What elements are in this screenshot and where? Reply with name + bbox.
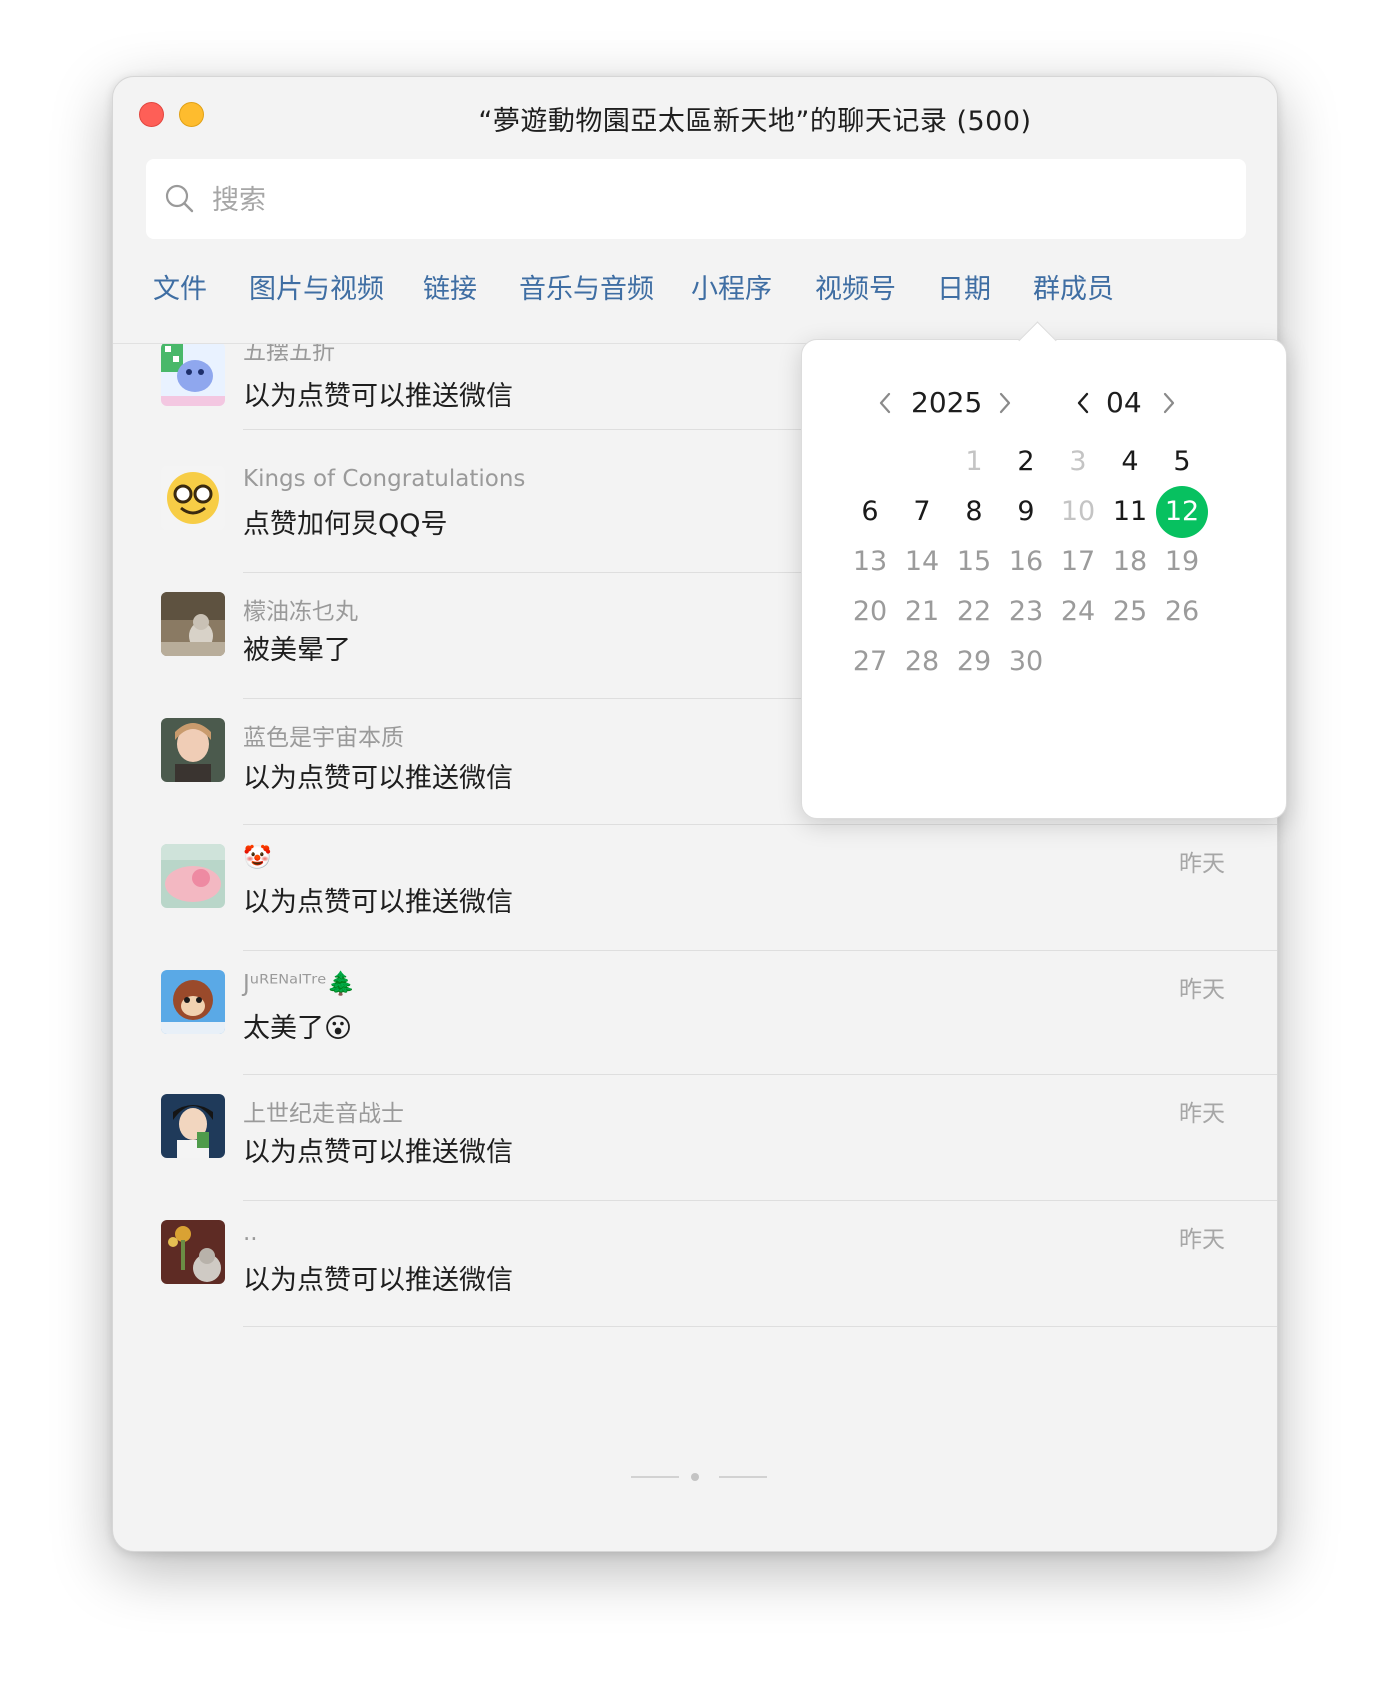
avatar: [161, 970, 225, 1034]
popover-arrow: [1018, 321, 1057, 360]
sender-name: 檬油冻乜丸: [243, 599, 358, 625]
close-window-button[interactable]: [139, 102, 164, 127]
calendar-day: 16: [1008, 546, 1044, 577]
sender-name: ..: [243, 1220, 258, 1246]
calendar-day: 28: [904, 646, 940, 677]
calendar-day: 24: [1060, 596, 1096, 627]
tab-date[interactable]: 日期: [937, 267, 991, 306]
calendar-day: 21: [904, 596, 940, 627]
calendar-day: 29: [956, 646, 992, 677]
calendar-day: 13: [852, 546, 888, 577]
calendar-day[interactable]: 7: [896, 486, 948, 538]
calendar-day: 14: [904, 546, 940, 577]
calendar-day: 25: [1112, 596, 1148, 627]
page-indicator-line: [631, 1476, 679, 1478]
message-text: 以为点赞可以推送微信: [243, 887, 513, 918]
category-tabs: 文件 图片与视频 链接 音乐与音频 小程序 视频号 日期 群成员: [113, 267, 1277, 323]
tab-images-videos[interactable]: 图片与视频: [249, 267, 384, 306]
next-month-chevron-icon[interactable]: [1158, 388, 1180, 418]
calendar-day: 15: [956, 546, 992, 577]
sender-name: 蓝色是宇宙本质: [243, 725, 404, 751]
sender-name: 上世纪走音战士: [243, 1101, 404, 1127]
avatar: [161, 1220, 225, 1284]
message-text: 点赞加何炅QQ号: [243, 509, 448, 540]
calendar-day[interactable]: 4: [1104, 436, 1156, 488]
calendar-day: 30: [1008, 646, 1044, 677]
message-time: 昨天: [1179, 1227, 1225, 1253]
minimize-window-button[interactable]: [179, 102, 204, 127]
tab-links[interactable]: 链接: [423, 267, 477, 306]
calendar-day[interactable]: 2: [1000, 436, 1052, 488]
calendar-day: 23: [1008, 596, 1044, 627]
calendar-day: 20: [852, 596, 888, 627]
date-picker-popover: 2025 04 1 2 3 4 5 6 7 8 9 10 11 12 13 14 15 16 17 18 19 20 2…: [801, 321, 1287, 819]
calendar-day[interactable]: 8: [948, 486, 1000, 538]
calendar-day: 22: [956, 596, 992, 627]
chat-history-window: “夢遊動物園亞太區新天地”的聊天记录 (500) 文件 图片与视频 链接 音乐与…: [112, 76, 1287, 1552]
month-selector: 04: [1072, 384, 1192, 424]
message-text: 以为点赞可以推送微信: [243, 381, 513, 412]
calendar-day: 26: [1164, 596, 1200, 627]
list-item[interactable]: .. 以为点赞可以推送微信 昨天: [113, 1200, 1277, 1336]
avatar: [161, 844, 225, 908]
calendar-day-selected[interactable]: 12: [1156, 486, 1208, 538]
page-indicator-line: [719, 1476, 767, 1478]
search-input[interactable]: [210, 159, 1114, 241]
month-label: 04: [1106, 386, 1142, 419]
year-label: 2025: [911, 386, 983, 419]
calendar-day: 18: [1112, 546, 1148, 577]
page-indicator-dot[interactable]: [691, 1473, 699, 1481]
sender-name: Jᵘᴿᴱᴺᵃᴵᵀʳᵉ🌲: [243, 971, 356, 997]
tab-group-members[interactable]: 群成员: [1033, 267, 1114, 306]
sender-name: 🤡: [243, 845, 272, 871]
calendar-day: 17: [1060, 546, 1096, 577]
avatar: [161, 466, 225, 530]
message-text: 太美了😮: [243, 1013, 353, 1044]
calendar-day: 27: [852, 646, 888, 677]
list-item[interactable]: 上世纪走音战士 以为点赞可以推送微信 昨天: [113, 1074, 1277, 1210]
calendar-day[interactable]: 9: [1000, 486, 1052, 538]
page-indicator: [113, 1472, 1277, 1482]
prev-month-chevron-icon[interactable]: [1072, 388, 1094, 418]
tab-mini-programs[interactable]: 小程序: [691, 267, 772, 306]
sender-name: Kings of Congratulations: [243, 466, 526, 492]
calendar-day[interactable]: 6: [844, 486, 896, 538]
tab-channels[interactable]: 视频号: [815, 267, 896, 306]
calendar-day: 19: [1164, 546, 1200, 577]
list-item[interactable]: Jᵘᴿᴱᴺᵃᴵᵀʳᵉ🌲 太美了😮 昨天: [113, 950, 1277, 1086]
search-icon: [165, 184, 194, 213]
avatar: [161, 1094, 225, 1158]
tab-music-audio[interactable]: 音乐与音频: [519, 267, 654, 306]
message-text: 以为点赞可以推送微信: [243, 1137, 513, 1168]
calendar-day[interactable]: 11: [1104, 486, 1156, 538]
message-text: 以为点赞可以推送微信: [243, 1265, 513, 1296]
message-time: 昨天: [1179, 1101, 1225, 1127]
next-year-chevron-icon[interactable]: [994, 388, 1016, 418]
message-time: 昨天: [1179, 977, 1225, 1003]
avatar: [161, 592, 225, 656]
calendar-day: 1: [965, 446, 983, 477]
avatar: [161, 344, 225, 406]
calendar-day: 3: [1069, 446, 1087, 477]
sender-name: 五摆五折: [243, 344, 335, 365]
search-box[interactable]: [146, 159, 1246, 241]
calendar-day[interactable]: 5: [1156, 436, 1208, 488]
prev-year-chevron-icon[interactable]: [874, 388, 896, 418]
avatar: [161, 718, 225, 782]
message-text: 被美晕了: [243, 635, 351, 666]
year-selector: 2025: [874, 384, 1024, 424]
tab-files[interactable]: 文件: [153, 267, 207, 306]
message-time: 昨天: [1179, 851, 1225, 877]
row-divider: [243, 1326, 1277, 1327]
message-text: 以为点赞可以推送微信: [243, 763, 513, 794]
list-item[interactable]: 🤡 以为点赞可以推送微信 昨天: [113, 824, 1277, 960]
window-title: “夢遊動物園亞太區新天地”的聊天记录 (500): [478, 106, 1032, 137]
calendar-day: 10: [1060, 496, 1096, 527]
